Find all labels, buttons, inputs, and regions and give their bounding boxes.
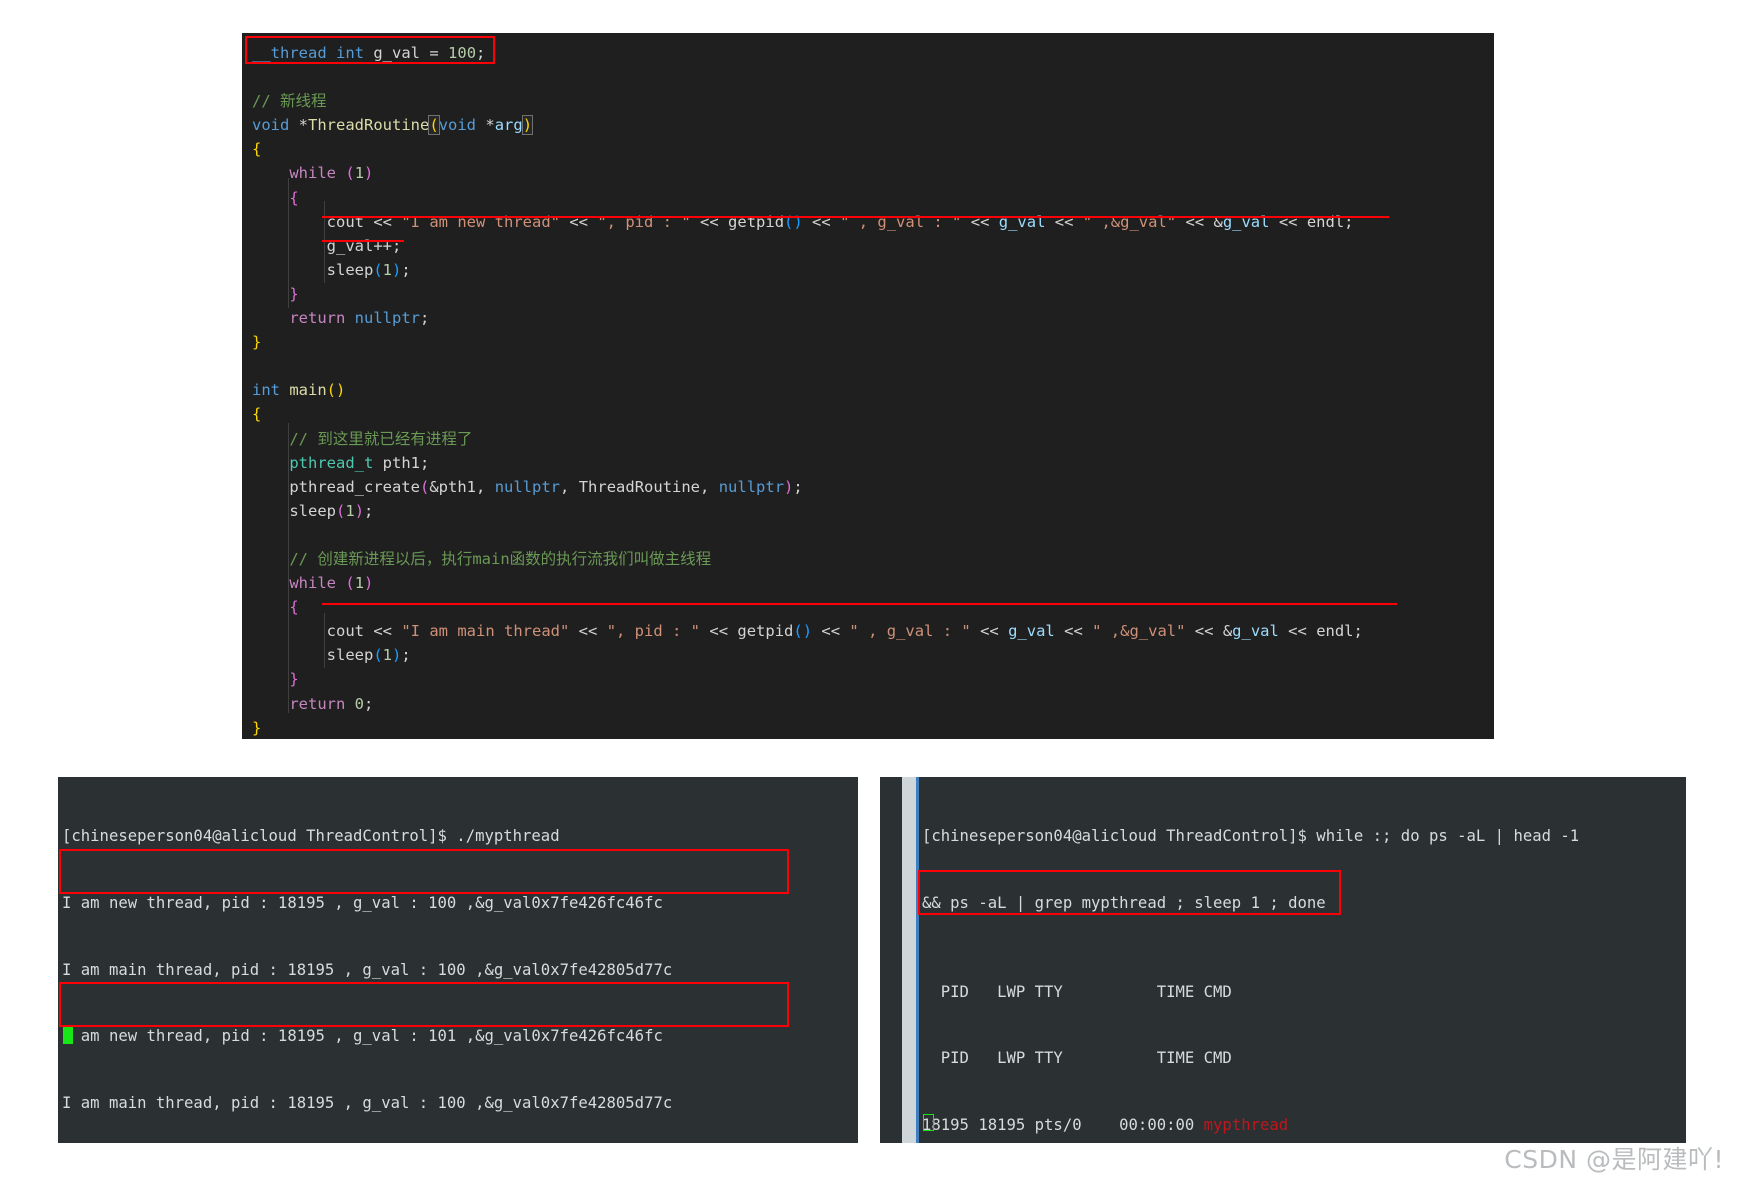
code-editor[interactable]: __thread int g_val = 100; // 新线程 void *T…	[242, 33, 1494, 739]
code-line: sleep(1);	[326, 260, 411, 279]
code-line: sleep(1);	[326, 646, 411, 665]
terminal-cursor	[63, 1027, 73, 1044]
terminal-left[interactable]: [chineseperson04@alicloud ThreadControl]…	[58, 777, 858, 1143]
code-line-gval-increment: g_val++;	[326, 236, 402, 255]
code-editor-content: __thread int g_val = 100; // 新线程 void *T…	[242, 33, 1494, 739]
terminal-output-line: I am main thread, pid : 18195 , g_val : …	[62, 1093, 673, 1112]
code-line: }	[252, 718, 262, 737]
indent-guide	[288, 178, 289, 308]
code-line-comment: // 创建新进程以后，执行main函数的执行流我们叫做主线程	[289, 549, 712, 568]
code-line: pthread_create(&pth1, nullptr, ThreadRou…	[289, 477, 803, 496]
code-line-cout-new: cout << "I am new thread" << ", pid : " …	[326, 212, 1354, 231]
terminal-scrollbar-gutter[interactable]	[902, 777, 916, 1143]
terminal-output-line: I am main thread, pid : 18195 , g_val : …	[62, 960, 673, 979]
csdn-watermark: CSDN @是阿建吖!	[1504, 1145, 1724, 1174]
code-line-cout-main: cout << "I am main thread" << ", pid : "…	[326, 622, 1363, 641]
code-line-comment: // 新线程	[252, 92, 327, 111]
ps-row-text: 18195 18195 pts/0 00:00:00 mypthread	[922, 1115, 1289, 1134]
code-line-comment: // 到这里就已经有进程了	[289, 429, 473, 448]
code-line: sleep(1);	[289, 501, 374, 520]
terminal-command-continuation: && ps -aL | grep mypthread ; sleep 1 ; d…	[922, 894, 1326, 912]
code-line: {	[252, 405, 262, 424]
code-line: {	[289, 598, 299, 617]
indent-guide	[288, 423, 289, 713]
code-line: {	[252, 140, 262, 159]
code-line: while (1)	[289, 574, 374, 593]
code-line: }	[289, 284, 299, 303]
ps-header-row: PID LWP TTY TIME CMD	[922, 982, 1232, 1001]
ps-data-row: 18195 18195 pts/0 00:00:00 mypthread	[922, 1114, 1579, 1136]
indent-guide	[324, 613, 325, 668]
code-line: }	[289, 670, 299, 689]
code-line: return nullptr;	[289, 309, 430, 328]
code-line: __thread int g_val = 100;	[252, 44, 486, 62]
terminal-right-margin	[880, 777, 902, 1143]
terminal-scrollbar-thumb[interactable]	[916, 777, 919, 1143]
terminal-right[interactable]: [chineseperson04@alicloud ThreadControl]…	[880, 777, 1686, 1143]
terminal-output-line: I am new thread, pid : 18195 , g_val : 1…	[62, 1027, 663, 1046]
code-line: return 0;	[289, 694, 374, 713]
code-line: pthread_t pth1;	[289, 453, 430, 472]
ps-cmd-name: mypthread	[1203, 1115, 1289, 1134]
indent-guide	[324, 201, 325, 283]
terminal-cursor	[923, 1114, 934, 1131]
ps-header-row: PID LWP TTY TIME CMD	[922, 1049, 1232, 1068]
terminal-prompt-line: [chineseperson04@alicloud ThreadControl]…	[922, 827, 1580, 846]
code-line: }	[252, 333, 262, 352]
terminal-prompt-line: [chineseperson04@alicloud ThreadControl]…	[62, 827, 560, 846]
code-line: void *ThreadRoutine(void *arg)	[252, 115, 534, 136]
code-line: while (1)	[289, 164, 374, 183]
screenshot-root: __thread int g_val = 100; // 新线程 void *T…	[0, 0, 1744, 1190]
code-line: {	[289, 188, 299, 207]
code-line: int main()	[252, 381, 346, 400]
terminal-output-line: I am new thread, pid : 18195 , g_val : 1…	[62, 894, 663, 912]
terminal-right-output: [chineseperson04@alicloud ThreadControl]…	[922, 781, 1579, 1143]
terminal-left-output: [chineseperson04@alicloud ThreadControl]…	[62, 781, 729, 1143]
